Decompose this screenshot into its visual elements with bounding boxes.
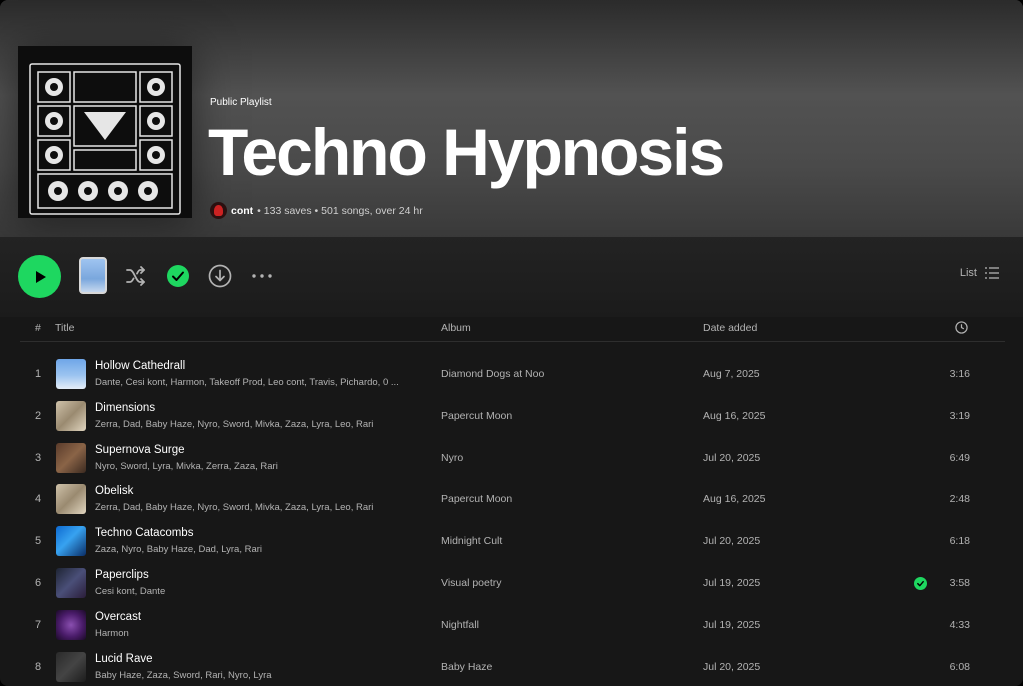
track-album-art: [56, 568, 86, 598]
track-album[interactable]: Visual poetry: [441, 577, 502, 589]
track-date-added: Aug 16, 2025: [703, 493, 766, 506]
track-duration: 6:08: [949, 660, 970, 673]
view-mode-label: List: [959, 267, 977, 279]
track-index: 7: [34, 618, 42, 631]
more-options-button[interactable]: [248, 262, 276, 290]
track-title[interactable]: Obelisk: [95, 485, 133, 497]
playlist-stats: • 133 saves • 501 songs, over 24 hr: [257, 204, 423, 217]
track-duration: 3:19: [949, 409, 970, 422]
header-album[interactable]: Album: [441, 322, 471, 334]
download-button[interactable]: [206, 262, 234, 290]
track-artists[interactable]: Zaza, Nyro, Baby Haze, Dad, Lyra, Rari: [95, 544, 262, 555]
track-artists[interactable]: Cesi kont, Dante: [95, 586, 165, 597]
track-row[interactable]: 1 Hollow Cathedrall Dante, Cesi kont, Harm…: [20, 354, 1005, 396]
list-icon: [985, 267, 999, 279]
track-artists[interactable]: Dante, Cesi kont, Harmon, Takeoff Prod, …: [95, 377, 399, 388]
track-duration: 6:49: [949, 451, 970, 464]
playlist-cover-image[interactable]: [18, 46, 192, 218]
play-icon: [35, 270, 46, 283]
track-album-art: [56, 526, 86, 557]
playlist-meta: cont • 133 saves • 501 songs, over 24 hr: [210, 202, 423, 219]
action-bar: List: [0, 237, 1023, 317]
track-album[interactable]: Baby Haze: [441, 661, 492, 673]
track-table-header: # Title Album Date added: [20, 317, 1005, 342]
track-album-art: [56, 359, 86, 389]
track-date-added: Jul 19, 2025: [703, 577, 761, 589]
track-title[interactable]: Supernova Surge: [95, 444, 185, 456]
track-date-added: Jul 20, 2025: [703, 451, 761, 464]
track-title[interactable]: Lucid Rave: [95, 653, 153, 665]
track-album-art: [56, 442, 86, 473]
track-date-added: Jul 19, 2025: [703, 618, 761, 631]
track-title[interactable]: Overcast: [95, 611, 141, 623]
track-row[interactable]: 6 Paperclips Cesi kont, Dante Visual poetry…: [20, 563, 1005, 605]
owner-link[interactable]: cont: [231, 205, 253, 217]
track-date-added: Jul 20, 2025: [703, 660, 761, 673]
shuffle-icon: [126, 266, 145, 286]
more-icon: [252, 274, 272, 278]
playlist-header: Public Playlist Techno Hypnosis cont • 1…: [0, 0, 1023, 237]
track-duration: 4:33: [949, 618, 970, 631]
track-album[interactable]: Papercut Moon: [441, 410, 512, 422]
track-index: 8: [34, 660, 42, 673]
track-row[interactable]: 4 Obelisk Zerra, Dad, Baby Haze, Nyro, Swo…: [20, 479, 1005, 521]
spotify-window: Public Playlist Techno Hypnosis cont • 1…: [0, 0, 1023, 686]
canvas-preview-button[interactable]: [79, 257, 107, 294]
track-album[interactable]: Nyro: [441, 452, 463, 464]
track-album-art: [56, 651, 86, 682]
track-date-added: Aug 16, 2025: [703, 409, 766, 422]
track-index: 3: [34, 451, 42, 464]
track-row[interactable]: 2 Dimensions Zerra, Dad, Baby Haze, Nyro, …: [20, 396, 1005, 438]
clock-icon: [955, 321, 968, 334]
track-table: # Title Album Date added 1 Hollow Cathedr…: [0, 317, 1023, 686]
view-mode-toggle[interactable]: List: [960, 267, 999, 279]
track-index: 5: [34, 535, 42, 548]
shuffle-button[interactable]: [122, 262, 150, 290]
track-album-art: [56, 609, 86, 640]
track-artists[interactable]: Nyro, Sword, Lyra, Mivka, Zerra, Zaza, R…: [95, 461, 278, 472]
track-index: 2: [34, 409, 42, 422]
header-index: #: [35, 322, 41, 334]
track-album-art: [56, 484, 86, 515]
header-title[interactable]: Title: [55, 322, 74, 334]
track-artists[interactable]: Baby Haze, Zaza, Sword, Rari, Nyro, Lyra: [95, 670, 272, 681]
track-index: 4: [34, 493, 42, 506]
track-row[interactable]: 5 Techno Catacombs Zaza, Nyro, Baby Haze, …: [20, 521, 1005, 563]
download-icon: [208, 264, 232, 288]
track-row[interactable]: 3 Supernova Surge Nyro, Sword, Lyra, Mivka…: [20, 438, 1005, 480]
track-duration: 2:48: [949, 493, 970, 506]
owner-avatar[interactable]: [210, 202, 227, 219]
track-date-added: Jul 20, 2025: [703, 535, 761, 548]
track-duration: 6:18: [949, 535, 970, 548]
track-artists[interactable]: Zerra, Dad, Baby Haze, Nyro, Sword, Mivk…: [95, 502, 373, 513]
header-duration[interactable]: [955, 321, 968, 337]
play-button[interactable]: [18, 255, 61, 298]
saved-check-icon[interactable]: [914, 577, 927, 590]
playlist-type-label: Public Playlist: [210, 97, 272, 108]
track-album[interactable]: Midnight Cult: [441, 535, 502, 547]
playlist-title: Techno Hypnosis: [208, 115, 725, 189]
track-artists[interactable]: Zerra, Dad, Baby Haze, Nyro, Sword, Mivk…: [95, 419, 373, 430]
track-title[interactable]: Hollow Cathedrall: [95, 360, 185, 372]
track-date-added: Aug 7, 2025: [703, 368, 760, 380]
check-icon: [167, 265, 189, 287]
track-title[interactable]: Dimensions: [95, 402, 155, 414]
track-index: 6: [34, 577, 42, 589]
track-duration: 3:16: [949, 368, 970, 380]
track-artists[interactable]: Harmon: [95, 628, 129, 639]
track-album[interactable]: Diamond Dogs at Noo: [441, 368, 544, 380]
saved-to-library-button[interactable]: [164, 262, 192, 290]
track-album[interactable]: Nightfall: [441, 619, 479, 631]
track-title[interactable]: Techno Catacombs: [95, 527, 193, 539]
track-index: 1: [34, 368, 42, 380]
track-row[interactable]: 8 Lucid Rave Baby Haze, Zaza, Sword, Rari,…: [20, 647, 1005, 686]
track-title[interactable]: Paperclips: [95, 569, 149, 581]
track-row[interactable]: 7 Overcast Harmon Nightfall Jul 19, 2025 4:33: [20, 605, 1005, 647]
track-duration: 3:58: [949, 577, 970, 589]
track-album-art: [56, 400, 86, 431]
track-album[interactable]: Papercut Moon: [441, 493, 512, 505]
header-date-added[interactable]: Date added: [703, 322, 757, 334]
